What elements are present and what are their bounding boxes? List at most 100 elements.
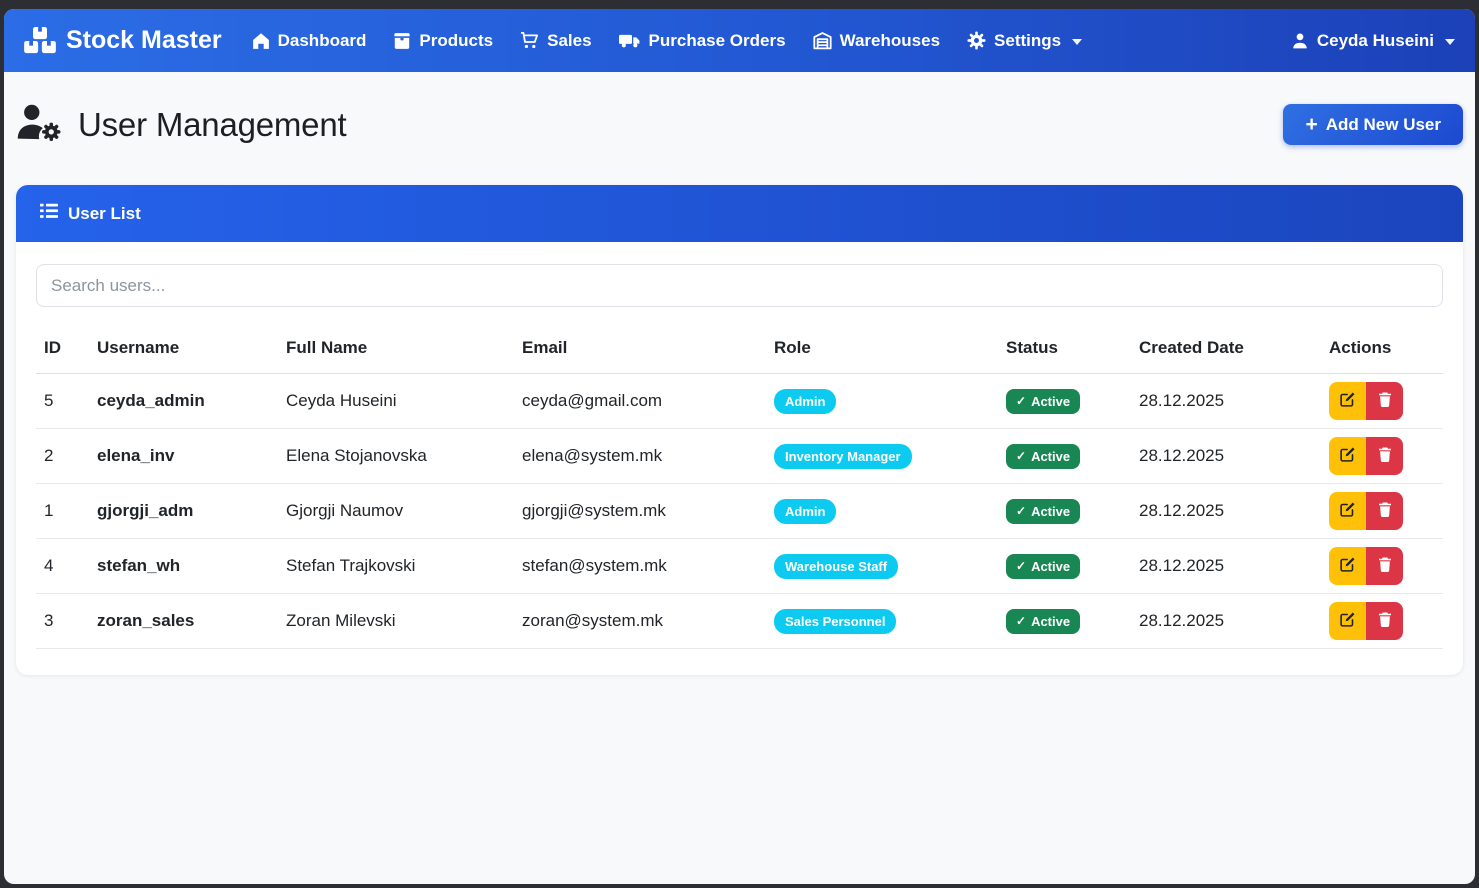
cell-username: ceyda_admin [89, 373, 278, 429]
cell-actions [1321, 538, 1443, 594]
cell-status: ✓ Active [998, 483, 1131, 539]
cell-full-name: Zoran Milevski [278, 593, 514, 649]
table-row: 3 zoran_sales Zoran Milevski zoran@system.m… [36, 593, 1443, 649]
user-list-card: User List ID Username Full Name Email [16, 185, 1463, 675]
card-body: ID Username Full Name Email Role Status … [16, 242, 1463, 675]
table-row: 4 stefan_wh Stefan Trajkovski stefan@system… [36, 538, 1443, 594]
pencil-square-icon [1339, 501, 1356, 521]
nav-items: Dashboard Products Sales Purchase Orders War… [252, 30, 1083, 51]
nav-item-label: Warehouses [839, 30, 941, 50]
cell-actions [1321, 373, 1443, 429]
nav-item-label: Dashboard [277, 30, 367, 50]
col-username: Username [89, 323, 278, 374]
navbar: Stock Master Dashboard Products Sales Purch… [4, 9, 1475, 72]
user-menu[interactable]: Ceyda Huseini [1291, 31, 1455, 51]
role-badge: Inventory Manager [774, 443, 912, 469]
cell-status: ✓ Active [998, 538, 1131, 594]
col-role: Role [766, 323, 998, 374]
cell-created-date: 28.12.2025 [1131, 483, 1321, 539]
trash-icon [1377, 611, 1393, 631]
edit-user-button[interactable] [1329, 492, 1366, 530]
cell-status: ✓ Active [998, 428, 1131, 484]
pencil-square-icon [1339, 446, 1356, 466]
delete-user-button[interactable] [1366, 547, 1403, 585]
action-group [1329, 602, 1403, 640]
nav-item-settings[interactable]: Settings [967, 30, 1083, 51]
user-name: Ceyda Huseini [1316, 30, 1434, 50]
delete-user-button[interactable] [1366, 437, 1403, 475]
delete-user-button[interactable] [1366, 602, 1403, 640]
role-badge: Sales Personnel [774, 608, 897, 634]
house-icon [252, 32, 270, 50]
garage-icon [812, 31, 832, 50]
check-icon: ✓ [1016, 614, 1027, 628]
role-badge: Admin [774, 388, 837, 414]
cell-actions [1321, 428, 1443, 484]
check-icon: ✓ [1016, 449, 1027, 463]
edit-user-button[interactable] [1329, 547, 1366, 585]
cell-email: stefan@system.mk [514, 538, 766, 594]
cell-email: elena@system.mk [514, 428, 766, 484]
col-created-date: Created Date [1131, 323, 1321, 374]
delete-user-button[interactable] [1366, 382, 1403, 420]
cell-created-date: 28.12.2025 [1131, 538, 1321, 594]
brand[interactable]: Stock Master [24, 26, 222, 55]
action-group [1329, 437, 1403, 475]
cell-email: ceyda@gmail.com [514, 373, 766, 429]
cell-username: zoran_sales [89, 593, 278, 649]
status-badge: ✓ Active [1006, 443, 1081, 469]
cell-full-name: Ceyda Huseini [278, 373, 514, 429]
nav-item-dashboard[interactable]: Dashboard [252, 30, 367, 51]
col-email: Email [514, 323, 766, 374]
status-badge: ✓ Active [1006, 498, 1081, 524]
check-icon: ✓ [1016, 559, 1027, 573]
cell-role: Admin [766, 373, 998, 429]
cell-actions [1321, 593, 1443, 649]
cell-status: ✓ Active [998, 593, 1131, 649]
cell-actions [1321, 483, 1443, 539]
page-container: User Management + Add New User User List… [4, 102, 1475, 675]
cell-created-date: 28.12.2025 [1131, 373, 1321, 429]
cell-full-name: Stefan Trajkovski [278, 538, 514, 594]
chevron-down-icon [1445, 38, 1455, 45]
nav-item-sales[interactable]: Sales [520, 31, 592, 51]
gear-icon [967, 31, 986, 50]
check-icon: ✓ [1016, 504, 1027, 518]
chevron-down-icon [1072, 38, 1083, 45]
cart-icon [520, 31, 539, 50]
search-input[interactable] [36, 264, 1443, 307]
cell-username: gjorgji_adm [89, 483, 278, 539]
col-actions: Actions [1321, 323, 1443, 374]
add-new-user-label: Add New User [1325, 114, 1441, 134]
person-icon [1291, 32, 1309, 50]
edit-user-button[interactable] [1329, 437, 1366, 475]
nav-item-warehouses[interactable]: Warehouses [812, 30, 941, 51]
cell-username: stefan_wh [89, 538, 278, 594]
edit-user-button[interactable] [1329, 602, 1366, 640]
cell-role: Admin [766, 483, 998, 539]
cell-role: Inventory Manager [766, 428, 998, 484]
status-badge: ✓ Active [1006, 388, 1081, 414]
delete-user-button[interactable] [1366, 492, 1403, 530]
cell-status: ✓ Active [998, 373, 1131, 429]
table-row: 5 ceyda_admin Ceyda Huseini ceyda@gmail.com… [36, 373, 1443, 429]
nav-item-label: Settings [994, 30, 1062, 50]
nav-item-purchase-orders[interactable]: Purchase Orders [618, 30, 786, 51]
nav-item-label: Purchase Orders [648, 30, 786, 50]
trash-icon [1377, 391, 1393, 411]
box-icon [393, 32, 411, 50]
table-header-row: ID Username Full Name Email Role Status … [36, 323, 1443, 374]
table-row: 2 elena_inv Elena Stojanovska elena@system.… [36, 428, 1443, 484]
nav-item-products[interactable]: Products [393, 31, 493, 51]
person-gear-icon [16, 102, 62, 147]
edit-user-button[interactable] [1329, 382, 1366, 420]
col-full-name: Full Name [278, 323, 514, 374]
cell-created-date: 28.12.2025 [1131, 593, 1321, 649]
plus-icon: + [1305, 113, 1318, 136]
cell-full-name: Gjorgji Naumov [278, 483, 514, 539]
cell-email: gjorgji@system.mk [514, 483, 766, 539]
cell-id: 3 [36, 593, 89, 649]
add-new-user-button[interactable]: + Add New User [1283, 104, 1463, 145]
cell-username: elena_inv [89, 428, 278, 484]
table-body: 5 ceyda_admin Ceyda Huseini ceyda@gmail.com… [36, 373, 1443, 649]
